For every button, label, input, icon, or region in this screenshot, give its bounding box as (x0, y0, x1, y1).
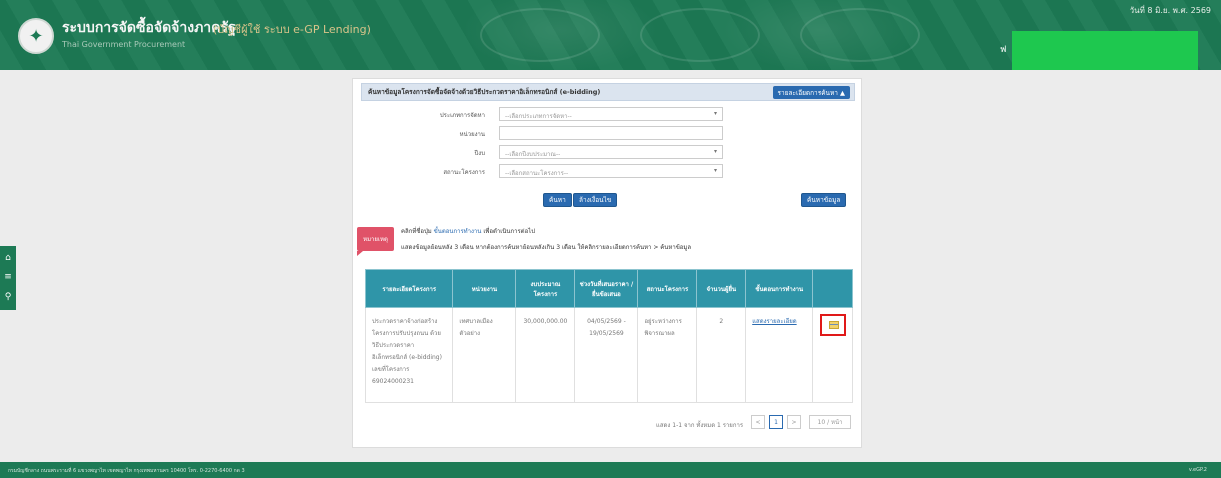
panel-title: ค้นหาข้อมูลโครงการจัดซื้อจัดจ้างด้วยวิธี… (368, 88, 601, 96)
egp-page: ✦ ระบบการจัดซื้อจัดจ้างภาครัฐ (บัญชีผู้ใ… (0, 0, 1221, 478)
pager-info: แสดง 1-1 จาก ทั้งหมด 1 รายการ (656, 422, 744, 429)
form-row-method: ประเภทการจัดหา --เลือกประเภทการจัดหา-- ▾ (353, 107, 863, 121)
notice-badge: หมายเหตุ (357, 227, 394, 256)
notice-line-2: แสดงข้อมูลย้อนหลัง 3 เดือน หากต้องการค้น… (401, 244, 692, 251)
column-header (812, 269, 853, 308)
panel-header: ค้นหาข้อมูลโครงการจัดซื้อจัดจ้างด้วยวิธี… (361, 83, 855, 101)
project-table: รายละเอียดโครงการ หน่วยงาน งบประมาณโครงก… (364, 269, 853, 403)
form-row-agency: หน่วยงาน (353, 126, 863, 140)
form-row-status: สถานะโครงการ --เลือกสถานะโครงการ-- ▾ (353, 164, 863, 178)
payment-icon[interactable] (828, 321, 839, 329)
chevron-down-icon: ▾ (713, 110, 717, 117)
column-header: หน่วยงาน (452, 269, 517, 308)
table-header-row: รายละเอียดโครงการ หน่วยงาน งบประมาณโครงก… (364, 269, 853, 308)
form-row-year: ปีงบ --เลือกปีงบประมาณ-- ▾ (353, 145, 863, 159)
agency-label: หน่วยงาน (459, 131, 485, 138)
column-header: จำนวนผู้ยื่น (696, 269, 747, 308)
footer-address: กรมบัญชีกลาง ถนนพระรามที่ 6 แขวงพญาไท เข… (8, 468, 245, 474)
agency-cell: เทศบาลเมืองตัวอย่าง (452, 307, 517, 403)
top-header: ✦ ระบบการจัดซื้อจัดจ้างภาครัฐ (บัญชีผู้ใ… (0, 0, 1221, 70)
project-detail-cell: ประกวดราคาจ้างก่อสร้างโครงการปรับปรุงถนน… (364, 307, 454, 403)
user-info-redacted[interactable] (1012, 31, 1198, 70)
export-button[interactable]: ค้นหาข้อมูล (801, 193, 847, 207)
method-select[interactable]: --เลือกประเภทการจัดหา-- ▾ (499, 107, 723, 121)
footer: กรมบัญชีกลาง ถนนพระรามที่ 6 แขวงพญาไท เข… (0, 462, 1221, 478)
search-panel: ค้นหาข้อมูลโครงการจัดซื้อจัดจ้างด้วยวิธี… (352, 78, 862, 448)
system-subtitle: (บัญชีผู้ใช้ ระบบ e-GP Lending) (213, 23, 371, 36)
dates-cell: 04/05/2569 - 19/05/2569 (574, 307, 639, 403)
year-label: ปีงบ (474, 150, 485, 157)
status-select[interactable]: --เลือกสถานะโครงการ-- ▾ (499, 164, 723, 178)
user-prefix: ฟ (1000, 45, 1007, 55)
search-icon[interactable]: ⚲ (5, 292, 12, 302)
column-header: ขั้นตอนการทำงาน (745, 269, 814, 308)
clear-button[interactable]: ล้างเงื่อนไข (573, 193, 618, 207)
column-header: งบประมาณโครงการ (515, 269, 576, 308)
pager-page-button[interactable]: 1 (769, 415, 783, 429)
column-header: รายละเอียดโครงการ (364, 269, 454, 308)
menu-icon[interactable]: ≡ (4, 273, 12, 282)
pager-next-button[interactable]: > (787, 415, 801, 429)
highlight-box (819, 314, 846, 336)
side-toolbar: ⌂ ≡ ⚲ (0, 246, 16, 310)
garuda-logo-icon[interactable]: ✦ (18, 18, 54, 54)
notice-line-1: คลิกที่ชื่อปุ่ม ขั้นตอนการทำงาน เพื่อดำเ… (401, 228, 536, 235)
pager-prev-button[interactable]: < (751, 415, 765, 429)
chevron-down-icon: ▾ (713, 167, 717, 174)
current-date: วันที่ 8 มิ.ย. พ.ศ. 2569 (1129, 6, 1211, 15)
method-label: ประเภทการจัดหา (439, 112, 485, 119)
year-select[interactable]: --เลือกปีงบประมาณ-- ▾ (499, 145, 723, 159)
column-header: ช่วงวันที่เสนอราคา / ยื่นข้อเสนอ (574, 269, 639, 308)
page-size-select[interactable]: 10 / หน้า (809, 415, 851, 429)
header-ornament (640, 8, 760, 62)
workflow-step-link[interactable]: แสดงรายละเอียด (745, 307, 814, 403)
system-title: ระบบการจัดซื้อจัดจ้างภาครัฐ (62, 20, 236, 36)
search-button[interactable]: ค้นหา (543, 193, 572, 207)
header-ornament (480, 8, 600, 62)
home-icon[interactable]: ⌂ (5, 254, 11, 263)
action-cell (812, 307, 853, 403)
agency-input[interactable] (499, 126, 723, 140)
column-header: สถานะโครงการ (637, 269, 698, 308)
status-cell: อยู่ระหว่างการพิจารณาผล (637, 307, 698, 403)
chevron-down-icon: ▾ (713, 148, 717, 155)
system-subtitle-en: Thai Government Procurement (62, 40, 186, 49)
footer-version: v.eGP.2 (1188, 467, 1207, 473)
status-label: สถานะโครงการ (443, 169, 485, 176)
table-row: ประกวดราคาจ้างก่อสร้างโครงการปรับปรุงถนน… (364, 307, 853, 403)
budget-cell: 30,000,000.00 (515, 307, 576, 403)
search-detail-toggle-button[interactable]: รายละเอียดการค้นหา ▲ (772, 86, 850, 99)
header-ornament (800, 8, 920, 62)
bidders-cell: 2 (696, 307, 747, 403)
workflow-link[interactable]: ขั้นตอนการทำงาน (434, 228, 482, 235)
